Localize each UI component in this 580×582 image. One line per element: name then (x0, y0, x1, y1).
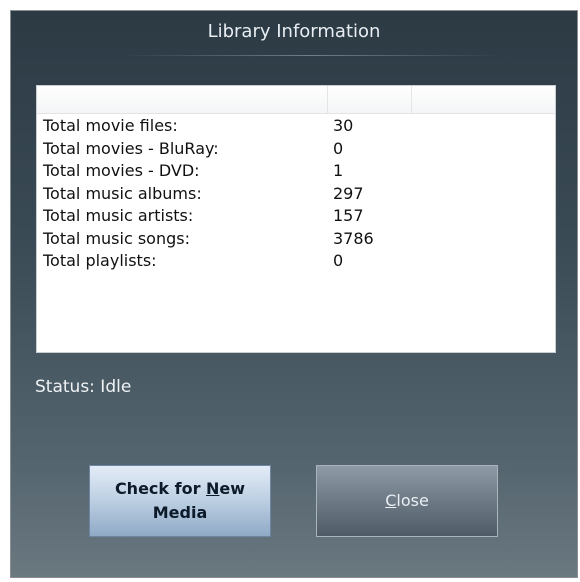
library-information-dialog: Library Information Total movie files: 3… (10, 10, 578, 578)
library-stats-list[interactable]: Total movie files: 30 Total movies - Blu… (36, 85, 556, 353)
check-label-accelerator: N (206, 479, 220, 498)
list-row-movies-bluray[interactable]: Total movies - BluRay: 0 (37, 137, 555, 160)
row-value: 0 (333, 138, 344, 158)
dialog-title: Library Information (207, 21, 381, 42)
check-for-new-media-button[interactable]: Check for New Media (89, 465, 271, 537)
row-value: 0 (333, 251, 344, 270)
check-label-prefix: Check for (114, 479, 207, 498)
list-header (37, 86, 555, 114)
title-divider (121, 55, 501, 56)
check-button-label: Check for New Media (115, 477, 245, 525)
close-label-accelerator: C (385, 491, 397, 510)
row-label: Total music albums: (43, 183, 202, 203)
row-value: 3786 (333, 228, 374, 248)
list-row-music-albums[interactable]: Total music albums: 297 (37, 182, 555, 205)
row-value: 157 (333, 206, 364, 225)
check-label-line2: Media (152, 503, 208, 522)
row-label: Total playlists: (43, 251, 157, 270)
status-text: Status: Idle (35, 377, 132, 397)
row-label: Total movie files: (43, 116, 178, 135)
list-header-column-name[interactable] (37, 86, 328, 113)
row-value: 1 (333, 161, 344, 180)
list-row-movies-dvd[interactable]: Total movies - DVD: 1 (37, 159, 555, 182)
list-header-column-extra[interactable] (411, 86, 556, 113)
close-label-rest: lose (396, 491, 429, 510)
list-row-movie-files[interactable]: Total movie files: 30 (37, 114, 555, 137)
list-row-playlists[interactable]: Total playlists: 0 (37, 249, 555, 272)
list-header-column-value[interactable] (327, 86, 412, 113)
close-button[interactable]: Close (316, 465, 498, 537)
list-row-music-artists[interactable]: Total music artists: 157 (37, 204, 555, 227)
close-button-label: Close (385, 489, 429, 513)
row-value: 297 (333, 183, 364, 203)
row-label: Total music songs: (43, 228, 190, 248)
check-label-rest: ew (219, 479, 246, 498)
row-label: Total music artists: (43, 206, 194, 225)
row-label: Total movies - BluRay: (43, 138, 219, 158)
row-value: 30 (333, 116, 354, 135)
row-label: Total movies - DVD: (43, 161, 200, 180)
list-row-music-songs[interactable]: Total music songs: 3786 (37, 227, 555, 250)
